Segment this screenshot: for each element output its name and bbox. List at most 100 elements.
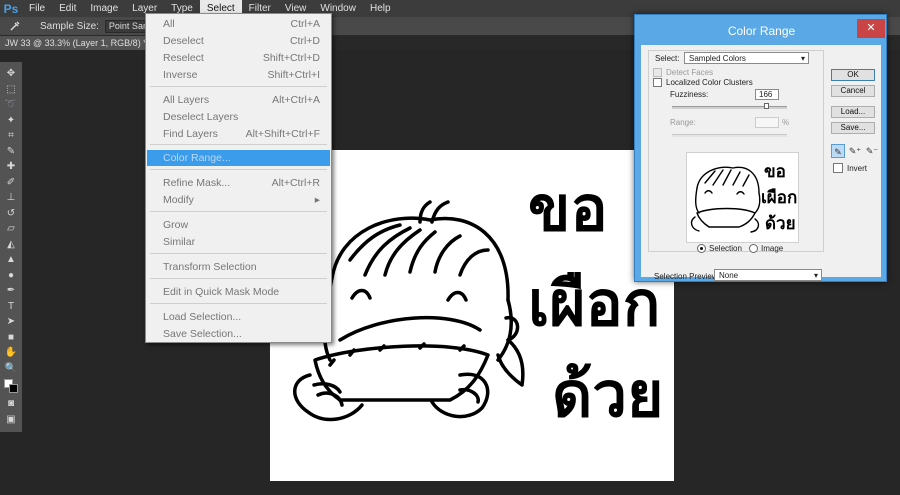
select-dropdown[interactable]: Sampled Colors ▾	[684, 52, 809, 64]
hand-icon[interactable]: ✋	[2, 345, 20, 361]
range-input	[755, 117, 779, 128]
dialog-title: Color Range	[727, 24, 796, 38]
menu-separator	[150, 278, 327, 279]
eyedropper-icon[interactable]: ✎	[831, 144, 845, 158]
menu-separator	[150, 144, 327, 145]
eyedropper-tool-icon[interactable]: ✎	[2, 144, 20, 160]
ok-button[interactable]: OK	[831, 69, 875, 81]
menu-separator	[150, 86, 327, 87]
dialog-body: Select: Sampled Colors ▾ Detect Faces Lo…	[641, 45, 881, 281]
menu-separator	[150, 211, 327, 212]
dodge-icon[interactable]: ●	[2, 268, 20, 284]
selection-preview-label: Selection Preview:	[654, 272, 720, 281]
menu-help[interactable]: Help	[363, 0, 398, 17]
localized-clusters-checkbox[interactable]	[653, 78, 662, 87]
document-tab[interactable]: JW 33 @ 33.3% (Layer 1, RGB/8) *	[0, 36, 145, 50]
marquee-icon[interactable]: ⬚	[2, 82, 20, 98]
selection-preview-thumbnail: ขอ เผือก ด้วย	[686, 152, 799, 243]
radio-image-label: Image	[761, 244, 784, 253]
menu-item-load-selection[interactable]: Load Selection...	[147, 309, 330, 325]
menu-item-transform-selection[interactable]: Transform Selection	[147, 259, 330, 275]
preview-text-line-2: เผือก	[761, 187, 797, 208]
menu-item-color-range[interactable]: Color Range...	[147, 150, 330, 166]
detect-faces-checkbox[interactable]	[653, 68, 662, 77]
menu-item-deselect-layers[interactable]: Deselect Layers	[147, 109, 330, 125]
load-button[interactable]: Load...	[831, 106, 875, 118]
preview-text-line-3: ด้วย	[765, 214, 796, 234]
range-unit: %	[782, 118, 790, 127]
sample-size-label: Sample Size:	[40, 20, 99, 32]
eyedropper-plus-icon[interactable]: ✎⁺	[848, 144, 862, 158]
menu-item-all-layers[interactable]: All Layers Alt+Ctrl+A	[147, 92, 330, 108]
healing-icon[interactable]: ✚	[2, 159, 20, 175]
menu-item-find-layers[interactable]: Find Layers Alt+Shift+Ctrl+F	[147, 126, 330, 142]
artwork-text-line-3: ด้วย	[552, 358, 663, 431]
menu-item-deselect[interactable]: Deselect Ctrl+D	[147, 33, 330, 49]
crop-icon[interactable]: ⌗	[2, 128, 20, 144]
photoshop-logo: Ps	[3, 1, 19, 16]
stamp-icon[interactable]: ⊥	[2, 190, 20, 206]
menu-file[interactable]: File	[22, 0, 52, 17]
eyedropper-minus-icon[interactable]: ✎⁻	[865, 144, 879, 158]
lasso-icon[interactable]: ➰	[2, 97, 20, 113]
sampled-colors-value: Sampled Colors	[689, 54, 746, 63]
invert-checkbox[interactable]	[833, 163, 843, 173]
menu-item-modify[interactable]: Modify ▸	[147, 192, 330, 208]
history-brush-icon[interactable]: ↺	[2, 206, 20, 222]
tools-panel: ✥ ⬚ ➰ ✦ ⌗ ✎ ✚ ✐ ⊥ ↺ ▱ ◭ ▲ ● ✒ T ➤ ■ ✋ 🔍 …	[0, 62, 22, 432]
range-label: Range:	[670, 118, 696, 127]
menu-item-quick-mask[interactable]: Edit in Quick Mask Mode	[147, 284, 330, 300]
menu-item-all[interactable]: All Ctrl+A	[147, 16, 330, 32]
color-range-dialog: Color Range ✕ Select: Sampled Colors ▾ D…	[634, 14, 887, 282]
brush-icon[interactable]: ✐	[2, 175, 20, 191]
quick-mask-icon[interactable]: ◙	[2, 396, 20, 412]
menu-separator	[150, 303, 327, 304]
cancel-button[interactable]: Cancel	[831, 85, 875, 97]
menu-separator	[150, 253, 327, 254]
menu-item-inverse[interactable]: Inverse Shift+Ctrl+I	[147, 67, 330, 83]
menu-edit[interactable]: Edit	[52, 0, 83, 17]
screen-mode-icon[interactable]: ▣	[2, 412, 20, 428]
eyedropper-icon[interactable]	[0, 17, 30, 36]
range-slider	[672, 134, 787, 137]
menu-item-grow[interactable]: Grow	[147, 217, 330, 233]
eraser-icon[interactable]: ▱	[2, 221, 20, 237]
menu-item-reselect[interactable]: Reselect Shift+Ctrl+D	[147, 50, 330, 66]
shape-icon[interactable]: ■	[2, 330, 20, 346]
detect-faces-label: Detect Faces	[666, 68, 714, 77]
menu-item-similar[interactable]: Similar	[147, 234, 330, 250]
zoom-icon[interactable]: 🔍	[2, 361, 20, 377]
close-icon[interactable]: ✕	[857, 19, 885, 38]
radio-image[interactable]	[749, 244, 758, 253]
pen-icon[interactable]: ✒	[2, 283, 20, 299]
options-group: Select: Sampled Colors ▾ Detect Faces Lo…	[648, 50, 824, 253]
menu-image[interactable]: Image	[83, 0, 125, 17]
invert-label: Invert	[847, 164, 868, 173]
move-icon[interactable]: ✥	[2, 66, 20, 82]
blur-icon[interactable]: ▲	[2, 252, 20, 268]
localized-clusters-label: Localized Color Clusters	[666, 78, 753, 87]
save-button[interactable]: Save...	[831, 122, 875, 134]
fuzziness-slider[interactable]	[672, 103, 787, 109]
magic-wand-icon[interactable]: ✦	[2, 113, 20, 129]
path-select-icon[interactable]: ➤	[2, 314, 20, 330]
submenu-arrow-icon: ▸	[314, 194, 320, 206]
color-swatches[interactable]	[2, 378, 20, 396]
fuzziness-input[interactable]: 166	[755, 89, 779, 100]
menu-item-save-selection[interactable]: Save Selection...	[147, 326, 330, 342]
chevron-down-icon: ▾	[813, 271, 818, 280]
selection-preview-dropdown[interactable]: None ▾	[714, 269, 822, 281]
bucket-icon[interactable]: ◭	[2, 237, 20, 253]
radio-selection[interactable]	[697, 244, 706, 253]
fuzziness-slider-thumb[interactable]	[764, 103, 770, 109]
select-label: Select:	[655, 54, 680, 63]
menu-item-refine-mask[interactable]: Refine Mask... Alt+Ctrl+R	[147, 175, 330, 191]
chevron-down-icon: ▾	[800, 54, 805, 63]
radio-selection-label: Selection	[709, 244, 742, 253]
background-color-swatch[interactable]	[9, 384, 18, 393]
preview-text-line-1: ขอ	[764, 162, 786, 182]
selection-preview-value: None	[719, 271, 739, 280]
artwork-text-line-1: ขอ	[528, 172, 608, 245]
select-menu: All Ctrl+A Deselect Ctrl+D Reselect Shift+C…	[145, 13, 332, 343]
type-icon[interactable]: T	[2, 299, 20, 315]
